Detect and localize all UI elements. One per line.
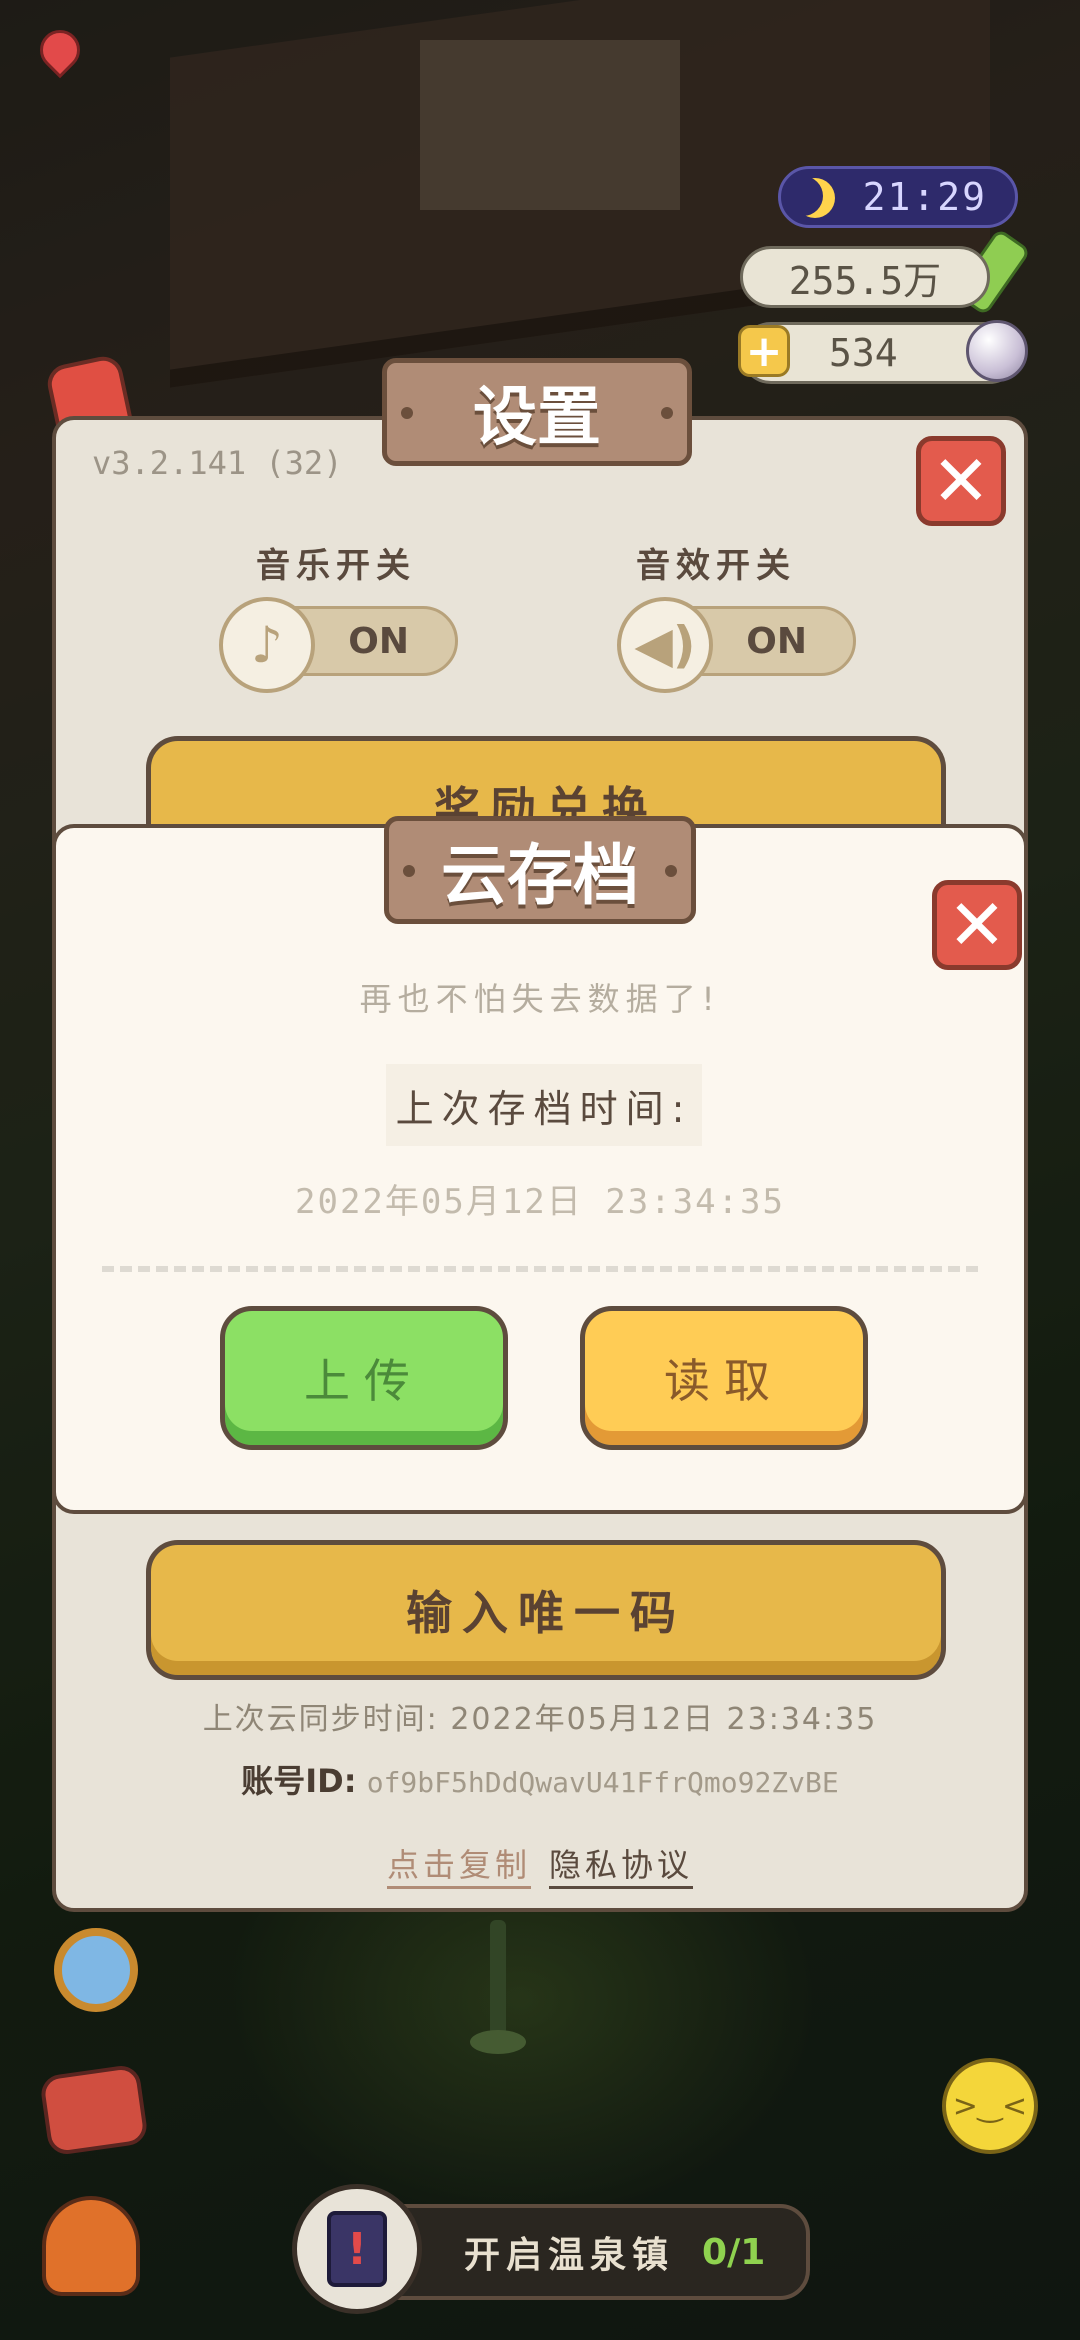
privacy-link[interactable]: 隐私协议 bbox=[549, 1840, 694, 1889]
dashed-divider bbox=[102, 1266, 978, 1272]
settings-title: 设置 bbox=[473, 381, 601, 455]
moon-icon bbox=[795, 178, 835, 218]
task-progress: 0/1 bbox=[702, 2231, 766, 2273]
task-text: 开启温泉镇 bbox=[464, 2235, 675, 2276]
music-toggle-state: ON bbox=[348, 620, 409, 662]
settings-title-sign: 设置 bbox=[382, 358, 692, 466]
cloud-save-dialog: ✕ 再也不怕失去数据了! 上次存档时间: 2022年05月12日 23:34:3… bbox=[52, 824, 1028, 1514]
gem-text: 534 bbox=[829, 331, 898, 375]
music-switch-label: 音乐开关 bbox=[256, 546, 416, 586]
music-note-icon: ♪ bbox=[219, 597, 315, 693]
emoji-face-icon[interactable]: >‿< bbox=[942, 2058, 1038, 2154]
settings-close-button[interactable]: ✕ bbox=[916, 436, 1006, 526]
mushroom-house-icon[interactable] bbox=[42, 2196, 140, 2296]
account-id-row: 账号ID: of9bF5hDdQwavU41FfrQmo92ZvBE bbox=[56, 1756, 1024, 1802]
close-icon: ✕ bbox=[931, 440, 991, 522]
time-display: 21:29 bbox=[778, 166, 1018, 228]
task-clipboard-icon[interactable]: ! bbox=[292, 2184, 422, 2314]
upload-button[interactable]: 上传 bbox=[220, 1306, 508, 1450]
cloud-tagline: 再也不怕失去数据了! bbox=[359, 980, 721, 1018]
account-id-value: of9bF5hDdQwavU41FfrQmo92ZvBE bbox=[366, 1766, 839, 1799]
last-save-time: 2022年05月12日 23:34:35 bbox=[295, 1182, 785, 1222]
close-icon: ✕ bbox=[947, 884, 1007, 966]
plus-icon[interactable]: + bbox=[738, 325, 790, 377]
version-text: v3.2.141 (32) bbox=[92, 444, 343, 482]
money-display: 255.5万 bbox=[740, 246, 990, 308]
last-save-label: 上次存档时间: bbox=[386, 1064, 702, 1146]
speaker-icon: ◀) bbox=[617, 597, 713, 693]
sound-switch-label: 音效开关 bbox=[636, 546, 796, 586]
account-id-label: 账号ID: bbox=[241, 1762, 357, 1800]
cloud-title: 云存档 bbox=[441, 837, 639, 914]
copy-link[interactable]: 点击复制 bbox=[386, 1840, 531, 1889]
task-bar[interactable]: 开启温泉镇 0/1 bbox=[370, 2204, 810, 2300]
sound-toggle-state: ON bbox=[746, 620, 807, 662]
money-text: 255.5万 bbox=[788, 258, 942, 303]
pearl-icon bbox=[966, 320, 1028, 382]
music-toggle[interactable]: ♪ ON bbox=[219, 597, 458, 693]
chest-icon[interactable] bbox=[38, 2063, 150, 2157]
cloud-title-sign: 云存档 bbox=[384, 816, 696, 924]
search-icon[interactable] bbox=[54, 1928, 138, 2012]
cloud-close-button[interactable]: ✕ bbox=[932, 880, 1022, 970]
time-text: 21:29 bbox=[862, 175, 987, 219]
sound-toggle[interactable]: ◀) ON bbox=[617, 597, 856, 693]
enter-code-button[interactable]: 输入唯一码 bbox=[146, 1540, 946, 1680]
read-button[interactable]: 读取 bbox=[580, 1306, 868, 1450]
link-row: 点击复制 隐私协议 bbox=[56, 1840, 1024, 1889]
last-sync-text: 上次云同步时间: 2022年05月12日 23:34:35 bbox=[202, 1702, 878, 1737]
